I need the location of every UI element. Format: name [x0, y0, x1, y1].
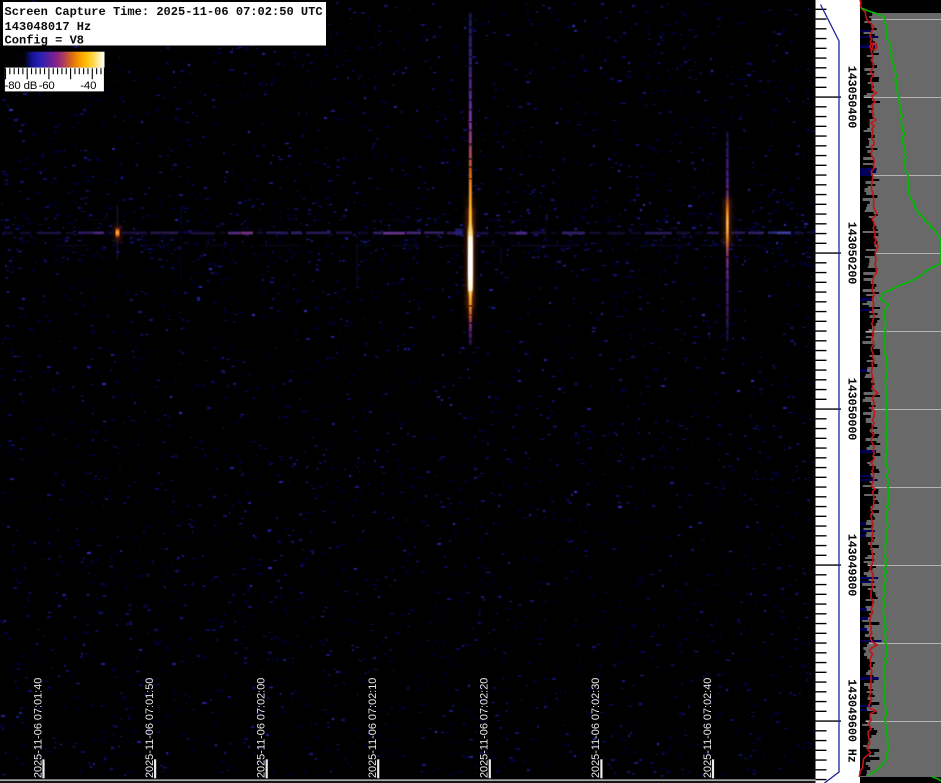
svg-text:-40: -40 — [80, 80, 96, 92]
svg-text:143050200: 143050200 — [845, 222, 858, 285]
svg-text:2025-11-06 07:02:10: 2025-11-06 07:02:10 — [367, 678, 379, 778]
svg-text:2025-11-06 07:02:30: 2025-11-06 07:02:30 — [590, 678, 602, 778]
svg-text:Screen Capture Time: 2025-11-0: Screen Capture Time: 2025-11-06 07:02:50… — [5, 5, 323, 19]
svg-text:2025-11-06 07:02:20: 2025-11-06 07:02:20 — [479, 678, 491, 778]
svg-text:143050400: 143050400 — [845, 66, 858, 129]
svg-text:-60: -60 — [39, 80, 55, 92]
svg-text:Config = V8: Config = V8 — [5, 34, 85, 48]
svg-text:2025-11-06 07:02:00: 2025-11-06 07:02:00 — [256, 678, 268, 778]
svg-text:-80 dB: -80 dB — [5, 80, 38, 92]
svg-text:143050000: 143050000 — [845, 378, 858, 441]
svg-text:2025-11-06 07:02:40: 2025-11-06 07:02:40 — [702, 678, 714, 778]
svg-text:143049600 Hz: 143049600 Hz — [845, 679, 858, 763]
svg-text:2025-11-06 07:01:50: 2025-11-06 07:01:50 — [144, 678, 156, 778]
svg-text:2025-11-06 07:01:40: 2025-11-06 07:01:40 — [32, 678, 44, 778]
svg-text:143049800: 143049800 — [845, 534, 858, 597]
svg-text:143048017 Hz: 143048017 Hz — [5, 20, 92, 34]
